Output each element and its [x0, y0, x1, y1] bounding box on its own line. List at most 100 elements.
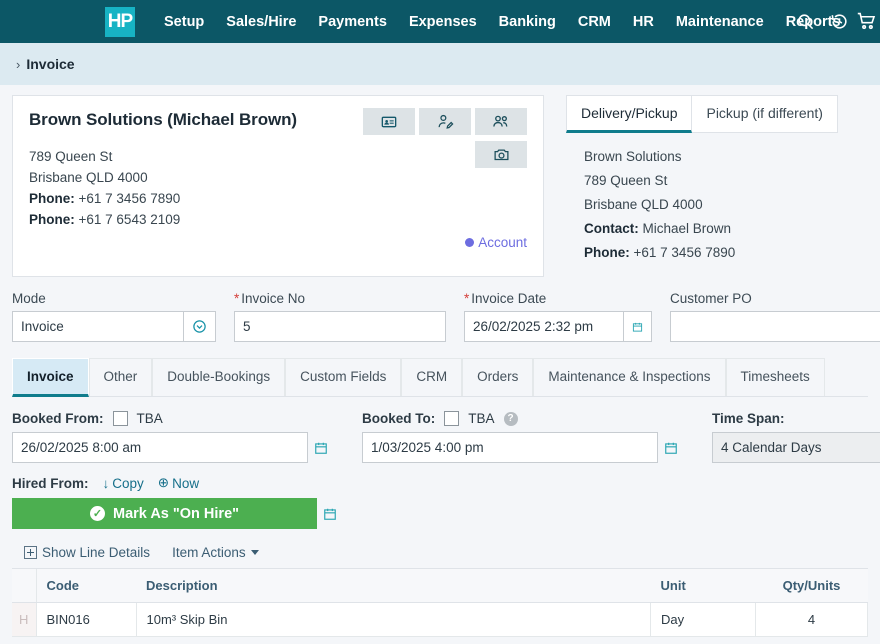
col-qty-units[interactable]: Qty/Units [755, 569, 868, 603]
field-invoice-no: * Invoice No 5 [234, 291, 446, 342]
chevron-right-icon: › [16, 56, 21, 72]
delivery-address-line2: Brisbane QLD 4000 [584, 197, 703, 212]
line-items-table: Code Description Unit Qty/Units H BIN016… [12, 569, 868, 637]
customer-phone-1-value: +61 7 3456 7890 [78, 191, 181, 206]
row-unit[interactable]: Day [650, 602, 756, 637]
tab-timesheets[interactable]: Timesheets [725, 358, 825, 396]
required-mark-invoice-date: * [464, 291, 470, 306]
required-mark-invoice-no: * [234, 291, 240, 306]
now-button[interactable]: ⊕ Now [158, 475, 199, 491]
booked-from-calendar-icon[interactable] [308, 441, 334, 455]
crosshair-icon: ⊕ [157, 475, 170, 490]
invoice-date-input-wrap: 26/02/2025 2:32 pm [464, 311, 652, 342]
tab-delivery-pickup[interactable]: Delivery/Pickup [566, 95, 693, 133]
tab-custom-fields[interactable]: Custom Fields [285, 358, 402, 396]
hired-from-calendar-icon[interactable] [317, 507, 343, 521]
nav-item-crm[interactable]: CRM [567, 14, 622, 30]
help-icon[interactable]: ? [503, 411, 518, 426]
nav-item-sales-hire[interactable]: Sales/Hire [215, 14, 307, 30]
row-description[interactable]: 10m³ Skip Bin [136, 602, 651, 637]
customer-po-input[interactable] [670, 311, 880, 342]
time-span-label: Time Span: [712, 411, 785, 426]
mark-as-on-hire-label: Mark As "On Hire" [112, 505, 240, 522]
invoice-fields-row: Mode Invoice * Invoice No 5 * Invoice Date [0, 277, 880, 342]
booked-to-tba-checkbox[interactable] [444, 411, 460, 426]
history-icon[interactable] [822, 0, 856, 43]
tab-orders[interactable]: Orders [462, 358, 534, 396]
booked-to-calendar-icon[interactable] [658, 441, 684, 455]
col-unit[interactable]: Unit [650, 569, 756, 603]
calendar-icon[interactable] [624, 311, 652, 342]
app-logo[interactable]: HP [105, 6, 135, 37]
mode-dropdown-icon[interactable] [184, 311, 216, 342]
booked-from-head: Booked From: TBA [12, 411, 334, 426]
nav-right-icons [788, 0, 880, 43]
mark-on-hire-row: ✓ Mark As "On Hire" [12, 498, 868, 529]
mark-as-on-hire-button[interactable]: ✓ Mark As "On Hire" [12, 498, 317, 529]
col-description[interactable]: Description [136, 569, 651, 603]
tab-crm[interactable]: CRM [401, 358, 463, 396]
delivery-phone-value: +61 7 3456 7890 [633, 245, 736, 260]
booked-from-input[interactable]: 26/02/2025 8:00 am [12, 432, 308, 463]
customer-phone-2-label: Phone: [29, 212, 75, 227]
tab-double-bookings[interactable]: Double-Bookings [152, 358, 286, 396]
camera-icon[interactable] [475, 141, 527, 168]
item-actions-label: Item Actions [172, 545, 246, 560]
booked-from-input-wrap: 26/02/2025 8:00 am [12, 432, 334, 463]
people-icon[interactable] [475, 108, 527, 135]
breadcrumb-label-invoice[interactable]: Invoice [26, 56, 74, 72]
now-label: Now [172, 475, 200, 491]
booked-to-head: Booked To: TBA ? [362, 411, 684, 426]
row-qty[interactable]: 4 [755, 602, 868, 637]
nav-item-maintenance[interactable]: Maintenance [665, 14, 775, 30]
nav-item-setup[interactable]: Setup [153, 14, 215, 30]
tab-maintenance-inspections[interactable]: Maintenance & Inspections [533, 358, 726, 396]
top-navigation-bar: HP Setup Sales/Hire Payments Expenses Ba… [0, 0, 880, 43]
table-row[interactable]: H BIN016 10m³ Skip Bin Day 4 [12, 602, 868, 637]
tab-invoice[interactable]: Invoice [12, 358, 89, 397]
person-edit-icon[interactable] [419, 108, 471, 135]
nav-item-payments[interactable]: Payments [307, 14, 398, 30]
booked-to-input[interactable]: 1/03/2025 4:00 pm [362, 432, 658, 463]
search-icon[interactable] [788, 0, 822, 43]
invoice-main-tabs: Invoice Other Double-Bookings Custom Fie… [12, 358, 868, 397]
delivery-tabs: Delivery/Pickup Pickup (if different) [566, 95, 868, 133]
contact-card-icon[interactable] [363, 108, 415, 135]
col-code[interactable]: Code [36, 569, 136, 603]
mode-input[interactable]: Invoice [12, 311, 184, 342]
tab-other[interactable]: Other [88, 358, 153, 396]
show-line-details-button[interactable]: Show Line Details [24, 545, 150, 560]
time-span-group: Time Span: 4 Calendar Days [712, 411, 880, 463]
table-header-row: Code Description Unit Qty/Units [12, 569, 868, 603]
check-circle-icon: ✓ [89, 506, 105, 521]
delivery-company: Brown Solutions [584, 149, 682, 164]
customer-phone-1: Phone: +61 7 3456 7890 [29, 188, 527, 209]
booked-to-input-wrap: 1/03/2025 4:00 pm [362, 432, 684, 463]
row-code[interactable]: BIN016 [36, 602, 137, 637]
field-customer-po: Customer PO [670, 291, 880, 342]
copy-label: Copy [112, 475, 144, 491]
invoice-no-input[interactable]: 5 [234, 311, 446, 342]
customer-phone-1-label: Phone: [29, 191, 75, 206]
copy-button[interactable]: ↓ Copy [103, 476, 144, 491]
time-span-input-wrap: 4 Calendar Days [712, 432, 880, 463]
invoice-no-label: * Invoice No [234, 291, 446, 306]
cart-icon[interactable] [856, 0, 880, 43]
delivery-address-line1: 789 Queen St [584, 173, 668, 188]
customer-phone-2-value: +61 7 6543 2109 [78, 212, 181, 227]
hired-from-label: Hired From: [12, 475, 89, 491]
nav-item-expenses[interactable]: Expenses [398, 14, 488, 30]
tab-pickup-if-different[interactable]: Pickup (if different) [692, 95, 838, 133]
invoice-date-input[interactable]: 26/02/2025 2:32 pm [464, 311, 624, 342]
nav-item-hr[interactable]: HR [622, 14, 665, 30]
account-status-badge[interactable]: Account [465, 235, 527, 250]
nav-item-banking[interactable]: Banking [488, 14, 567, 30]
line-items-table-head: Code Description Unit Qty/Units [12, 569, 868, 603]
delivery-phone-label: Phone: [584, 245, 630, 260]
item-actions-dropdown[interactable]: Item Actions [172, 545, 259, 560]
customer-address-block: 789 Queen St Brisbane QLD 4000 Phone: +6… [29, 146, 527, 230]
line-items-table-wrap: Code Description Unit Qty/Units H BIN016… [12, 568, 868, 637]
delivery-contact: Contact: Michael Brown [584, 217, 868, 241]
show-line-details-label: Show Line Details [42, 545, 151, 560]
booked-from-tba-checkbox[interactable] [112, 411, 128, 426]
